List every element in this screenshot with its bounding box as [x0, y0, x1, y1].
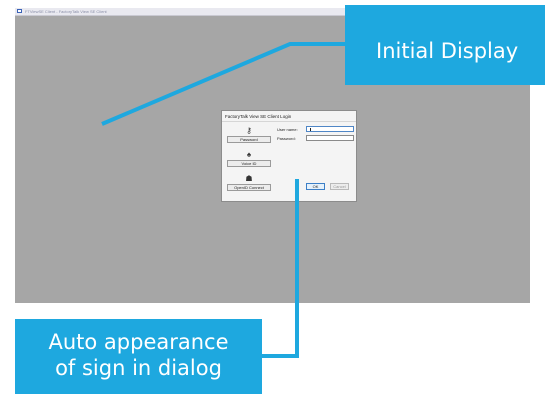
key-icon: ⚷ [246, 126, 252, 135]
window-title: FTViewSE Client - FactoryTalk View SE Cl… [25, 9, 107, 14]
text-caret [310, 128, 311, 131]
login-dialog: FactoryTalk View SE Client Login ⚷ Passw… [221, 110, 357, 202]
username-field[interactable] [306, 126, 354, 132]
password-label: Password: [277, 136, 296, 141]
cancel-button[interactable]: Cancel [330, 183, 349, 190]
badge-card-icon: ☗ [245, 174, 253, 183]
username-label: User name: [277, 127, 298, 132]
ok-button[interactable]: OK [306, 183, 325, 190]
dialog-divider [222, 121, 356, 122]
password-method-button[interactable]: Password [227, 136, 271, 143]
dialog-title: FactoryTalk View SE Client Login [225, 114, 292, 119]
app-icon [17, 9, 22, 13]
callout-bottom-line2: of sign in dialog [55, 356, 222, 380]
callout-bottom-line1: Auto appearance [48, 330, 229, 354]
openid-method[interactable]: ☗ OpenID Connect [227, 173, 271, 193]
badge-icon: ♠ [246, 150, 252, 159]
voice-id-method[interactable]: ♠ Voice ID [227, 149, 271, 169]
callout-auto-appearance: Auto appearance of sign in dialog [15, 319, 262, 394]
callout-initial-display-text: Initial Display [376, 39, 519, 63]
openid-method-button[interactable]: OpenID Connect [227, 184, 271, 191]
password-method[interactable]: ⚷ Password [227, 125, 271, 145]
password-field[interactable] [306, 135, 354, 141]
voice-id-method-button[interactable]: Voice ID [227, 160, 271, 167]
callout-initial-display: Initial Display [345, 5, 545, 85]
